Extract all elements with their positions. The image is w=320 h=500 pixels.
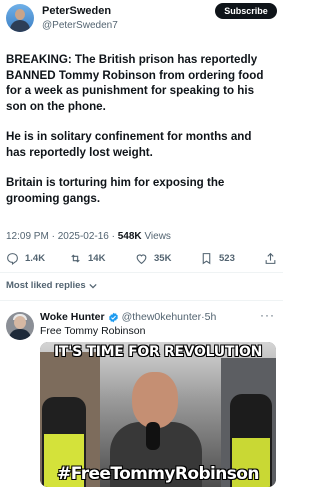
subscribe-button[interactable]: Subscribe — [215, 3, 277, 19]
replies-sort-label: Most liked replies — [6, 280, 86, 291]
reply-count: 1.4K — [25, 252, 46, 264]
views-count: 548K — [117, 231, 142, 242]
repost-icon — [71, 253, 80, 263]
post-meta: 12:09 PM · 2025-02-16 · 548K Views — [6, 231, 171, 242]
bookmark-button[interactable]: 523 — [200, 250, 235, 266]
reply-button[interactable]: 1.4K — [6, 250, 45, 266]
action-bar: 1.4K 14K 35K 523 — [6, 250, 278, 266]
like-button[interactable]: 35K — [135, 250, 171, 266]
post-text: BREAKING: The British prison has reporte… — [6, 52, 272, 221]
more-icon[interactable]: ··· — [260, 308, 275, 322]
reply-text: Free Tommy Robinson — [40, 325, 146, 337]
post-paragraph: Britain is torturing him for exposing th… — [6, 176, 225, 205]
repost-count: 14K — [88, 252, 106, 264]
reply-author-handle[interactable]: @thew0kehunter — [122, 311, 202, 323]
bookmark-icon — [202, 252, 211, 264]
image-caption-bottom: #FreeTommyRobinson — [57, 464, 259, 484]
divider — [0, 272, 283, 273]
divider — [0, 300, 283, 301]
like-icon — [136, 253, 147, 264]
author-avatar[interactable] — [6, 4, 34, 32]
verified-icon — [108, 312, 118, 322]
replies-sort-dropdown[interactable]: Most liked replies — [6, 280, 97, 291]
reply-image[interactable]: IT'S TIME FOR REVOLUTION #FreeTommyRobin… — [40, 342, 276, 487]
author-name[interactable]: PeterSweden — [42, 5, 111, 17]
reply-header: Woke Hunter @thew0kehunter · 5h — [40, 311, 217, 323]
repost-button[interactable]: 14K — [69, 250, 105, 266]
post-header: PeterSweden @PeterSweden7 Subscribe — [6, 2, 277, 38]
chevron-down-icon — [89, 283, 97, 288]
image-caption-top: IT'S TIME FOR REVOLUTION — [53, 344, 263, 360]
author-handle[interactable]: @PeterSweden7 — [42, 20, 118, 31]
post-paragraph: BREAKING: The British prison has reporte… — [6, 53, 264, 113]
share-icon — [265, 252, 276, 264]
like-count: 35K — [154, 252, 172, 264]
reply-icon — [7, 252, 18, 265]
reply-author-name[interactable]: Woke Hunter — [40, 311, 105, 323]
views-label: Views — [144, 231, 171, 242]
post-date[interactable]: 2025-02-16 — [58, 231, 109, 242]
share-button[interactable] — [264, 250, 283, 266]
post-paragraph: He is in solitary confinement for months… — [6, 130, 252, 159]
bookmark-count: 523 — [219, 252, 235, 264]
post-time[interactable]: 12:09 PM — [6, 231, 49, 242]
reply-time[interactable]: 5h — [205, 311, 217, 323]
reply-author-avatar[interactable] — [6, 312, 34, 340]
